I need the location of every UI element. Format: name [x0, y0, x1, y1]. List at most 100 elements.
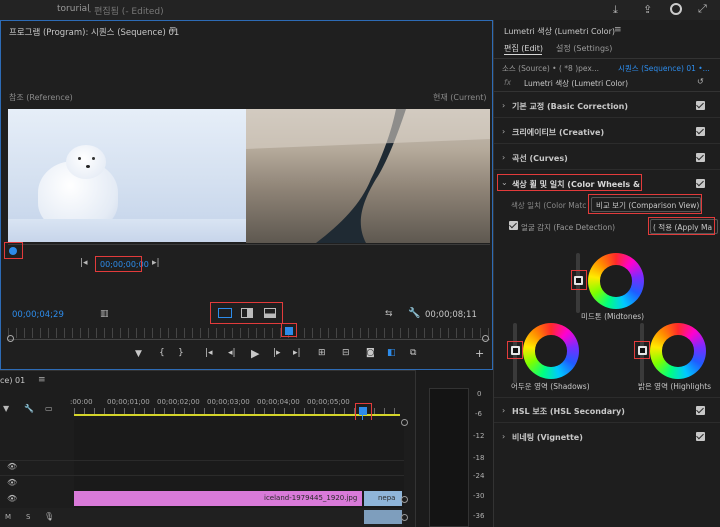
timeline-scroll-bottom[interactable] [401, 496, 408, 503]
track-row [0, 475, 404, 490]
reset-icon[interactable]: ↺ [697, 77, 704, 86]
playhead-timecode[interactable]: 00;00;04;29 [12, 310, 64, 320]
shadows-color-wheel[interactable] [523, 323, 579, 379]
progress-circle-icon[interactable] [670, 3, 682, 15]
vignette-checkbox[interactable] [696, 432, 705, 441]
creative-checkbox[interactable] [696, 127, 705, 136]
video-clip-blue[interactable]: nepa [364, 491, 402, 506]
ruler-label: :00:00 [70, 398, 93, 406]
in-point-icon[interactable]: { [159, 348, 165, 358]
ref-prev-icon[interactable]: |◂ [80, 258, 88, 268]
meter-label: -6 [475, 410, 482, 418]
color-wheels-checkbox[interactable] [696, 179, 705, 188]
eye-icon[interactable]: 👁 [7, 494, 17, 503]
ruler-label: 00;00;01;00 [107, 398, 150, 406]
ref-next-icon[interactable]: ▸| [152, 258, 160, 268]
timeline-scroll-top[interactable] [401, 419, 408, 426]
timeline-menu-icon[interactable]: ≡ [38, 375, 46, 385]
snow-ground [8, 219, 246, 242]
play-icon[interactable]: ▶ [251, 347, 259, 360]
ruler-label: 00;00;02;00 [157, 398, 200, 406]
audio-clip[interactable] [364, 510, 402, 524]
scrub-start-handle[interactable] [7, 335, 14, 342]
step-back-icon[interactable]: ◂| [228, 348, 236, 358]
tab-settings[interactable]: 설정 (Settings) [556, 43, 612, 54]
swap-icon[interactable]: ⇆ [385, 309, 393, 319]
lumetri-menu-icon[interactable]: ≡ [614, 25, 622, 35]
section-vignette[interactable]: 비네팅 (Vignette) [512, 432, 583, 443]
insert-icon[interactable]: ⊞ [318, 348, 326, 358]
face-detection-checkbox[interactable] [509, 221, 518, 230]
tab-edit[interactable]: 편집 (Edit) [504, 43, 543, 54]
hsl-checkbox[interactable] [696, 406, 705, 415]
source-selector[interactable]: 소스 (Source) • ( *8 )pex... [502, 63, 599, 74]
track-m-button[interactable]: M [5, 513, 11, 521]
book-icon[interactable]: ▥ [100, 309, 109, 319]
eye-icon[interactable]: 👁 [7, 462, 17, 471]
ruler-label: 00;00;05;00 [307, 398, 350, 406]
section-hsl-secondary[interactable]: HSL 보조 (HSL Secondary) [512, 406, 625, 417]
marker-icon[interactable]: ▼ [135, 349, 142, 359]
app-titlebar: torurial - 편집됨 (- Edited) ⤓ ⇪ ⤢ [0, 0, 720, 20]
snap-icon[interactable]: ▼ [3, 404, 9, 413]
chevron-right-icon[interactable]: › [502, 406, 505, 415]
scrub-end-handle[interactable] [482, 335, 489, 342]
current-image [246, 109, 490, 243]
camera-icon[interactable]: ◙ [366, 348, 375, 358]
wrench-icon[interactable]: 🔧 [408, 308, 420, 319]
chevron-right-icon[interactable]: › [502, 127, 505, 136]
go-to-out-icon[interactable]: ▸| [293, 348, 301, 358]
audio-meter-panel: 0 -6 -12 -18 -24 -30 -36 [415, 370, 493, 527]
highlight-reference-timecode [95, 256, 142, 272]
river-shape [246, 109, 490, 243]
overwrite-icon[interactable]: ⊟ [342, 348, 350, 358]
timeline-title[interactable]: ce) 01 [0, 376, 25, 385]
midtones-color-wheel[interactable] [588, 253, 644, 309]
basic-correction-checkbox[interactable] [696, 101, 705, 110]
meter-label: 0 [477, 390, 482, 398]
timeline-scroll-bottom2[interactable] [401, 514, 408, 521]
program-monitor-title[interactable]: 프로그램 (Program): 시퀀스 (Sequence) 01 [9, 26, 179, 38]
chevron-right-icon[interactable]: › [502, 153, 505, 162]
comparison-view-icon[interactable]: ◧ [387, 348, 396, 358]
lumetri-divider [494, 117, 720, 118]
go-to-in-icon[interactable]: |◂ [205, 348, 213, 358]
midtones-label: 미드톤 (Midtones) [581, 312, 645, 321]
effect-name[interactable]: Lumetri 색상 (Lumetri Color) [524, 78, 628, 89]
lumetri-title[interactable]: Lumetri 색상 (Lumetri Color) [504, 26, 615, 37]
section-basic-correction[interactable]: 기본 교정 (Basic Correction) [512, 101, 628, 112]
work-area-bar[interactable] [74, 414, 400, 416]
highlights-color-wheel[interactable] [650, 323, 706, 379]
chevron-right-icon[interactable]: › [502, 101, 505, 110]
highlight-comparison-view [588, 194, 702, 214]
fullscreen-icon[interactable]: ⤢ [698, 2, 707, 16]
export-icon[interactable]: ⤓ [613, 3, 618, 17]
meter-label: -18 [473, 454, 485, 462]
eye-icon[interactable]: 👁 [7, 478, 17, 487]
meter-bar [429, 388, 469, 527]
mic-icon[interactable]: 🎙 [44, 512, 54, 521]
share-icon[interactable]: ⇪ [643, 3, 652, 16]
lumetri-divider [494, 143, 720, 144]
project-title: torurial [57, 4, 90, 14]
captions-icon[interactable]: ▭ [45, 404, 53, 413]
section-creative[interactable]: 크리에이티브 (Creative) [512, 127, 604, 138]
multicam-icon[interactable]: ⧉ [410, 348, 416, 358]
add-button-icon[interactable]: + [475, 347, 484, 360]
step-forward-icon[interactable]: |▸ [273, 348, 281, 358]
sequence-selector[interactable]: 시퀀스 (Sequence) 01 •... [618, 63, 710, 74]
monitor-divider [8, 244, 490, 245]
chevron-right-icon[interactable]: › [502, 432, 505, 441]
section-curves[interactable]: 곡선 (Curves) [512, 153, 568, 164]
curves-checkbox[interactable] [696, 153, 705, 162]
lumetri-divider [494, 169, 720, 170]
out-point-icon[interactable]: } [178, 348, 184, 358]
meter-label: -12 [473, 432, 485, 440]
video-clip-pink[interactable]: iceland-1979445_1920.jpg [74, 491, 362, 506]
track-s-button[interactable]: S [26, 513, 30, 521]
meter-label: -30 [473, 492, 485, 500]
timeline-wrench-icon[interactable]: 🔧 [24, 404, 34, 413]
panel-menu-icon[interactable]: ≡ [169, 25, 177, 35]
scrub-ruler[interactable] [8, 328, 490, 338]
face-detection-label[interactable]: 얼굴 감지 (Face Detection) [521, 222, 615, 233]
